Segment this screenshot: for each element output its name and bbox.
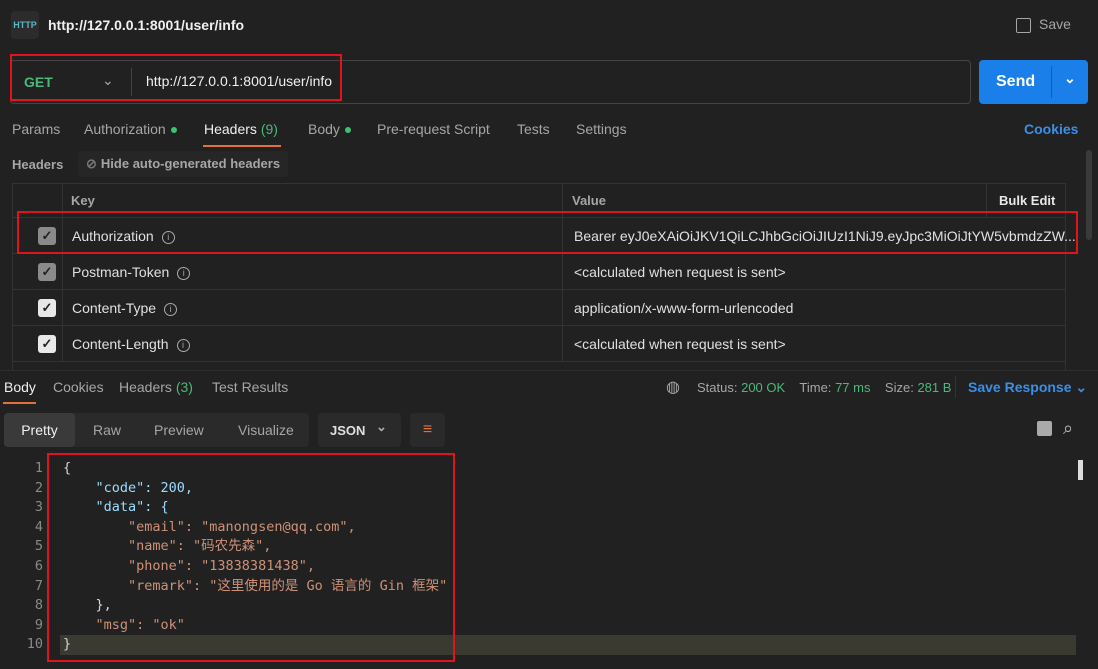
chevron-down-icon: ⌄ bbox=[1075, 379, 1088, 395]
line-number: 9 bbox=[34, 616, 43, 633]
tab-authorization[interactable]: Authorization bbox=[84, 121, 177, 137]
wrap-lines-icon[interactable]: ≡ bbox=[410, 413, 445, 447]
code-line: 6 "phone": "13838381438", bbox=[0, 557, 447, 577]
chevron-down-icon[interactable]: ⌄ bbox=[1064, 70, 1076, 87]
tab-body[interactable]: Body bbox=[308, 121, 351, 137]
response-body-editor[interactable]: 1{ 2 "code": 200, 3 "data": { 4 "email":… bbox=[0, 459, 447, 655]
headers-label: Headers bbox=[12, 157, 64, 172]
code-line: 3 "data": { bbox=[0, 498, 447, 518]
code-line: 4 "email": "manongsen@qq.com", bbox=[0, 518, 447, 538]
scrollbar[interactable] bbox=[1086, 150, 1092, 240]
code-line: 5 "name": "码农先森", bbox=[0, 537, 447, 557]
line-number: 10 bbox=[26, 636, 43, 653]
view-tab-preview[interactable]: Preview bbox=[154, 422, 204, 438]
code-line: 7 "remark": "这里使用的是 Go 语言的 Gin 框架" bbox=[0, 577, 447, 597]
chevron-down-icon: ⌄ bbox=[102, 72, 114, 88]
line-number: 3 bbox=[34, 499, 43, 516]
info-icon[interactable]: i bbox=[164, 302, 178, 316]
table-row: ✓ Postman-Token i <calculated when reques… bbox=[12, 254, 1066, 290]
code-line: 9 "msg": "ok" bbox=[0, 616, 447, 636]
tab-params[interactable]: Params bbox=[12, 121, 60, 137]
table-row: ✓ Content-Type i application/x-www-form-u… bbox=[12, 290, 1066, 326]
header-checkbox[interactable]: ✓ bbox=[38, 227, 56, 245]
line-number: 4 bbox=[34, 518, 43, 535]
status-info: Status: 200 OK Time: 77 ms Size: 281 B bbox=[697, 380, 952, 395]
cookies-link[interactable]: Cookies bbox=[1024, 121, 1078, 137]
save-response-button[interactable]: Save Response ⌄ bbox=[968, 379, 1087, 396]
tab-settings[interactable]: Settings bbox=[576, 121, 627, 137]
header-checkbox[interactable]: ✓ bbox=[38, 299, 56, 317]
editor-scrollbar[interactable] bbox=[1078, 460, 1083, 480]
request-title: http://127.0.0.1:8001/user/info bbox=[48, 17, 245, 33]
line-number: 8 bbox=[34, 597, 43, 614]
line-number: 5 bbox=[34, 538, 43, 555]
info-icon[interactable]: i bbox=[161, 230, 175, 244]
code-line: 8 }, bbox=[0, 596, 447, 616]
status-dot bbox=[170, 127, 177, 134]
search-icon[interactable]: ⌕ bbox=[1063, 418, 1073, 439]
line-number: 1 bbox=[34, 460, 43, 476]
header-checkbox[interactable]: ✓ bbox=[38, 263, 56, 281]
response-tab-headers[interactable]: Headers (3) bbox=[119, 379, 193, 395]
line-number: 2 bbox=[34, 479, 43, 496]
active-tab-underline bbox=[203, 145, 281, 147]
save-button[interactable]: Save bbox=[1016, 16, 1071, 33]
line-number: 7 bbox=[34, 577, 43, 594]
chevron-down-icon: ⌄ bbox=[376, 419, 387, 434]
send-button[interactable]: Send ⌄ bbox=[979, 60, 1088, 104]
code-line: 1{ bbox=[0, 459, 447, 479]
hide-auto-headers-button[interactable]: ⊘ Hide auto-generated headers bbox=[78, 151, 289, 177]
method-select[interactable]: GET ⌄ bbox=[24, 72, 119, 90]
globe-icon[interactable]: ◍ bbox=[666, 377, 680, 397]
table-header: Key Value Bulk Edit bbox=[12, 183, 1066, 218]
tab-tests[interactable]: Tests bbox=[517, 121, 550, 137]
method-label: GET bbox=[24, 74, 53, 90]
copy-icon[interactable] bbox=[1037, 421, 1052, 436]
active-tab-underline bbox=[3, 402, 36, 404]
save-icon bbox=[1016, 17, 1031, 33]
table-row: ✓ Authorization i Bearer eyJ0eXAiOiJKV1Qi… bbox=[12, 218, 1076, 254]
view-tab-raw[interactable]: Raw bbox=[93, 422, 121, 438]
table-row: ✓ Content-Length i <calculated when reque… bbox=[12, 326, 1066, 362]
url-input[interactable]: http://127.0.0.1:8001/user/info bbox=[146, 73, 332, 89]
header-checkbox[interactable]: ✓ bbox=[38, 335, 56, 353]
format-select[interactable]: JSON ⌄ bbox=[318, 413, 401, 447]
code-line: 2 "code": 200, bbox=[0, 479, 447, 499]
code-line: 10} bbox=[0, 635, 447, 655]
tab-headers[interactable]: Headers (9) bbox=[204, 121, 278, 137]
view-tab-visualize[interactable]: Visualize bbox=[238, 422, 294, 438]
view-tab-pretty[interactable]: Pretty bbox=[4, 413, 75, 447]
bulk-edit-button[interactable]: Bulk Edit bbox=[999, 193, 1055, 208]
tab-pre-request-script[interactable]: Pre-request Script bbox=[377, 121, 490, 137]
info-icon[interactable]: i bbox=[177, 266, 191, 280]
response-tab-test-results[interactable]: Test Results bbox=[212, 379, 288, 395]
http-icon: HTTP bbox=[11, 11, 39, 39]
status-dot bbox=[344, 127, 351, 134]
response-tab-cookies[interactable]: Cookies bbox=[53, 379, 104, 395]
info-icon[interactable]: i bbox=[176, 338, 190, 352]
response-tab-body[interactable]: Body bbox=[4, 379, 36, 395]
line-number: 6 bbox=[34, 557, 43, 574]
eye-off-icon: ⊘ bbox=[86, 156, 97, 171]
